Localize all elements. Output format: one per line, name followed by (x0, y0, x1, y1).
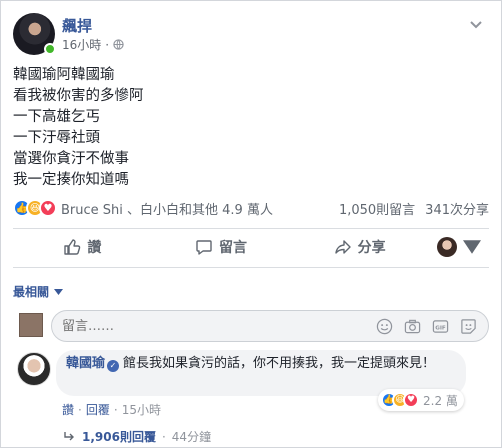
love-reaction-icon: ♥ (403, 392, 419, 408)
reaction-names[interactable]: Bruce Shi 、白小白和其他 4.9 萬人 (61, 199, 273, 218)
sticker-icon[interactable] (460, 318, 477, 335)
replies-count[interactable]: 1,906則回覆 (82, 428, 156, 445)
mini-avatar (437, 237, 458, 257)
post-line: 我一定揍你知道嗎 (13, 172, 129, 188)
comment-reaction-count: 2.2 萬 (423, 393, 458, 408)
comment-reactions[interactable]: 👍 😆 ♥ 2.2 萬 (378, 389, 464, 411)
comment-text: 館長我如果貪污的話，你不用揍我，我一定提頭來見！ (123, 356, 436, 371)
comment-label: 留言 (219, 240, 247, 256)
view-replies[interactable]: 1,906則回覆 · 44分鐘 (64, 428, 211, 445)
commenter-name[interactable]: 韓國瑜 (66, 356, 105, 371)
comment-count[interactable]: 1,050則留言 (339, 199, 415, 218)
comment-input[interactable] (62, 318, 352, 334)
share-button[interactable]: 分享 (290, 230, 429, 264)
post-line: 一下高雄乞丐 (13, 109, 100, 125)
composer-icons: GIF (376, 318, 477, 335)
verified-badge-icon: ✓ (107, 360, 120, 372)
reaction-as-selector[interactable] (429, 230, 489, 264)
post-line: 看我被你害的多慘阿 (13, 88, 144, 104)
divider (13, 228, 489, 229)
sort-label: 最相關 (13, 285, 50, 299)
post-line: 當選你貪汙不做事 (13, 151, 129, 167)
emoji-icon[interactable] (376, 318, 393, 335)
post-body: 韓國瑜阿韓國瑜 看我被你害的多慘阿 一下高雄乞丐 一下汙辱社頭 當選你貪汙不做事… (13, 65, 144, 191)
chevron-down-icon[interactable] (469, 20, 483, 30)
caret-down-icon (54, 288, 64, 295)
reply-arrow-icon (64, 431, 74, 440)
meta-separator: · (105, 37, 110, 52)
love-reaction-icon[interactable]: ♥ (39, 199, 57, 217)
globe-icon (113, 39, 124, 50)
thumbs-up-icon (64, 239, 81, 255)
comment-reply-link[interactable]: 回覆 (86, 401, 110, 418)
post-line: 韓國瑜阿韓國瑜 (13, 67, 115, 83)
engagement-counts: 1,050則留言 341次分享 (339, 199, 489, 218)
like-button[interactable]: 讚 (13, 230, 152, 264)
speech-bubble-icon (196, 240, 212, 255)
share-arrow-icon (334, 240, 351, 254)
post-timestamp[interactable]: 16小時 (62, 36, 101, 53)
current-user-avatar (19, 313, 43, 337)
share-count[interactable]: 341次分享 (425, 199, 489, 218)
online-status-indicator (44, 43, 56, 55)
comment-button[interactable]: 留言 (152, 230, 291, 264)
post-line: 一下汙辱社頭 (13, 130, 100, 146)
share-label: 分享 (357, 240, 386, 256)
separator: · (78, 402, 82, 417)
like-label: 讚 (87, 240, 102, 256)
replies-time: 44分鐘 (171, 430, 212, 444)
comment-like-link[interactable]: 讚 (62, 401, 74, 418)
separator: · (161, 429, 166, 444)
svg-text:GIF: GIF (435, 325, 446, 331)
comment-timestamp[interactable]: 15小時 (122, 401, 161, 418)
action-bar: 讚 留言 分享 (13, 230, 489, 264)
camera-icon[interactable] (404, 318, 421, 335)
comment-actions: 讚 · 回覆 · 15小時 (62, 401, 161, 418)
post-meta: 16小時 · (62, 36, 124, 53)
divider (13, 267, 489, 268)
reaction-summary: 👍 😆 ♥ Bruce Shi 、白小白和其他 4.9 萬人 1,050則留言 … (13, 198, 489, 218)
gif-icon[interactable]: GIF (432, 318, 449, 335)
separator: · (113, 402, 118, 417)
caret-down-icon (463, 240, 482, 254)
post-author-name[interactable]: 飆捍 (62, 15, 92, 36)
commenter-avatar[interactable] (17, 352, 51, 386)
comment-sort-dropdown[interactable]: 最相關 (13, 283, 64, 300)
